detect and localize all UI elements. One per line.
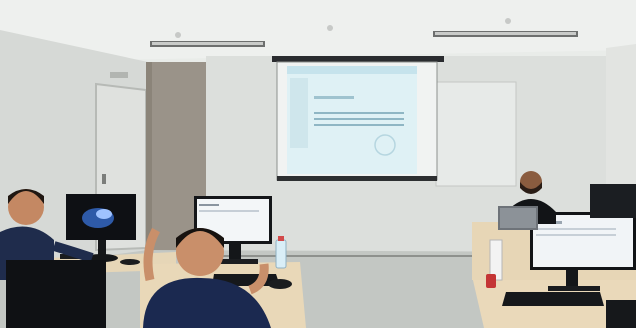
keyboard xyxy=(502,292,604,306)
classroom-photo xyxy=(0,0,636,328)
pc-tower xyxy=(590,184,636,218)
water-bottle-icon xyxy=(275,239,287,269)
monitor-icon xyxy=(6,260,106,328)
classroom-illustration xyxy=(0,0,636,328)
whiteboard xyxy=(435,81,517,187)
projector-screen-housing xyxy=(272,56,444,62)
